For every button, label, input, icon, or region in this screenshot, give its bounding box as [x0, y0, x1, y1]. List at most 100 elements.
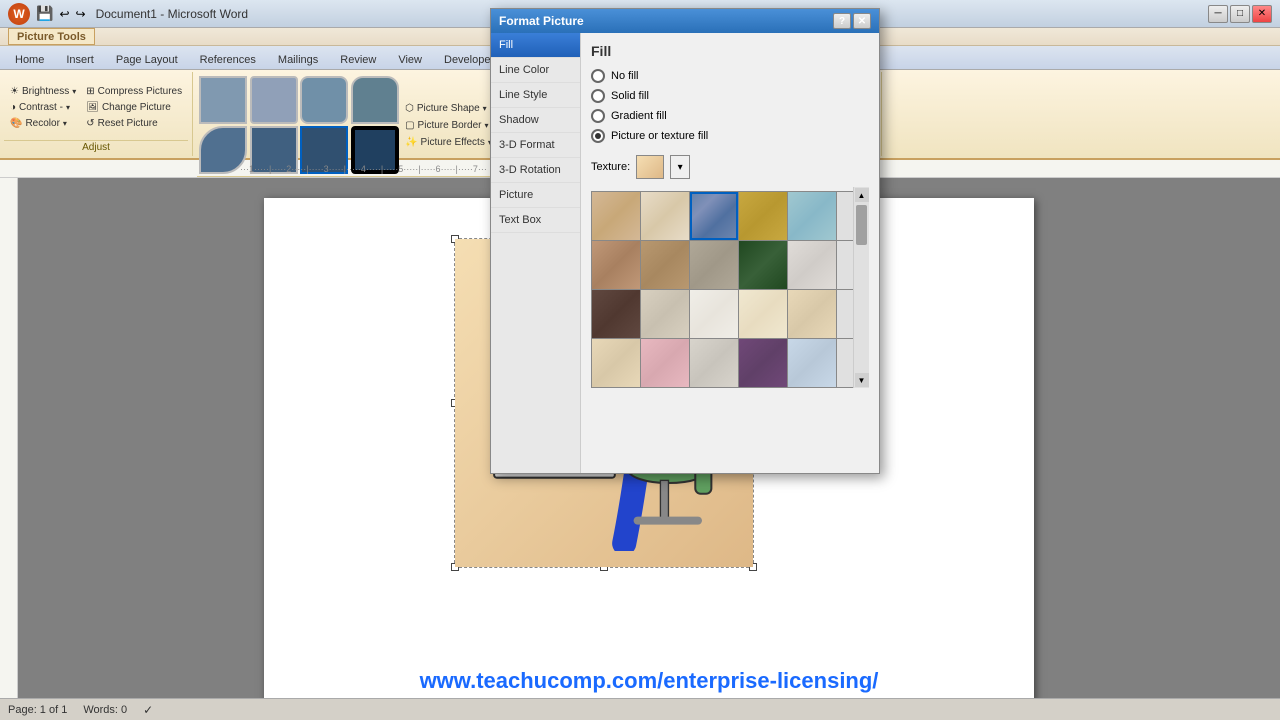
contrast-button[interactable]: ◑ Contrast - ▾ — [6, 100, 80, 115]
radio-gradient-fill[interactable]: Gradient fill — [591, 109, 869, 123]
radio-picture-texture-circle — [591, 129, 605, 143]
texture-empty-3 — [837, 290, 853, 338]
radio-no-fill[interactable]: No fill — [591, 69, 869, 83]
contrast-label: Contrast - — [19, 102, 63, 113]
scroll-thumb[interactable] — [856, 205, 867, 245]
picture-effects-button[interactable]: ✨ Picture Effects ▾ — [401, 135, 496, 150]
brightness-button[interactable]: ☀ Brightness ▾ — [6, 84, 80, 99]
texture-scroll-content — [591, 187, 853, 388]
texture-paper[interactable] — [641, 192, 689, 240]
dialog-title-bar: Format Picture ? ✕ — [491, 9, 879, 33]
texture-dark-stone[interactable] — [592, 290, 640, 338]
texture-stone[interactable] — [592, 241, 640, 289]
radio-solid-fill[interactable]: Solid fill — [591, 89, 869, 103]
minimize-button[interactable]: ─ — [1208, 5, 1228, 23]
radio-no-fill-label: No fill — [611, 70, 639, 82]
tab-mailings[interactable]: Mailings — [267, 50, 329, 69]
recolor-label: Recolor — [25, 118, 59, 129]
sidebar-fill[interactable]: Fill — [491, 33, 580, 58]
texture-white-paper[interactable] — [690, 290, 738, 338]
group-adjust-label: Adjust — [4, 140, 188, 154]
adjust-col2: ⊞ Compress Pictures 🖼 Change Picture ↺ R… — [82, 84, 186, 131]
tab-review[interactable]: Review — [329, 50, 387, 69]
radio-picture-texture[interactable]: Picture or texture fill — [591, 129, 869, 143]
texture-label: Texture: — [591, 161, 630, 173]
picture-effects-label: Picture Effects — [421, 137, 485, 148]
texture-newsprint[interactable] — [690, 339, 738, 387]
texture-fish-fossil[interactable] — [641, 241, 689, 289]
adjust-col1: ☀ Brightness ▾ ◑ Contrast - ▾ 🎨 Recolor … — [6, 84, 80, 131]
close-button[interactable]: ✕ — [1252, 5, 1272, 23]
texture-dropdown-button[interactable]: ▾ — [670, 155, 690, 179]
dialog-body: Fill Line Color Line Style Shadow 3-D Fo… — [491, 33, 879, 473]
texture-white-marble[interactable] — [788, 241, 836, 289]
style-swatch-3[interactable] — [300, 76, 348, 124]
sidebar-3d-rotation[interactable]: 3-D Rotation — [491, 158, 580, 183]
quick-access-redo[interactable]: ↪ — [76, 7, 86, 21]
tab-view[interactable]: View — [387, 50, 433, 69]
texture-scrollbar[interactable]: ▲ ▼ — [853, 187, 869, 388]
texture-blue-fabric[interactable] — [690, 192, 738, 240]
texture-preview — [636, 155, 664, 179]
radio-solid-fill-label: Solid fill — [611, 90, 649, 102]
ruler-vertical — [0, 178, 18, 698]
group-picture-styles-content: ⬡ Picture Shape ▾ ▢ Picture Border ▾ ✨ P… — [197, 74, 498, 176]
texture-tan[interactable] — [592, 192, 640, 240]
recolor-button[interactable]: 🎨 Recolor ▾ — [6, 116, 80, 131]
sidebar-shadow[interactable]: Shadow — [491, 108, 580, 133]
tab-references[interactable]: References — [189, 50, 267, 69]
sidebar-line-style[interactable]: Line Style — [491, 83, 580, 108]
quick-access-undo[interactable]: ↩ — [59, 7, 69, 21]
reset-picture-button[interactable]: ↺ Reset Picture — [82, 116, 186, 131]
texture-beige[interactable] — [592, 339, 640, 387]
office-logo[interactable]: W — [8, 3, 30, 25]
words-info: Words: 0 — [83, 704, 127, 716]
tab-insert[interactable]: Insert — [55, 50, 105, 69]
style-swatch-1[interactable] — [199, 76, 247, 124]
style-swatch-2[interactable] — [250, 76, 298, 124]
picture-border-label: Picture Border — [418, 120, 482, 131]
texture-grid — [591, 191, 853, 388]
texture-water[interactable] — [788, 192, 836, 240]
texture-empty-4 — [837, 339, 853, 387]
picture-border-button[interactable]: ▢ Picture Border ▾ — [401, 118, 496, 133]
picture-styles-extra: ⬡ Picture Shape ▾ ▢ Picture Border ▾ ✨ P… — [401, 101, 496, 150]
texture-gray[interactable] — [690, 241, 738, 289]
texture-cream[interactable] — [739, 290, 787, 338]
tab-home[interactable]: Home — [4, 50, 55, 69]
texture-light-blue[interactable] — [788, 339, 836, 387]
compress-pictures-button[interactable]: ⊞ Compress Pictures — [82, 84, 186, 99]
texture-scroll-area: ▲ ▼ — [591, 187, 869, 388]
dialog-help-button[interactable]: ? — [833, 13, 851, 29]
texture-green-marble[interactable] — [739, 241, 787, 289]
quick-access-save[interactable]: 💾 — [36, 5, 53, 22]
dialog-close-button[interactable]: ✕ — [853, 13, 871, 29]
sidebar-text-box[interactable]: Text Box — [491, 208, 580, 233]
texture-purple[interactable] — [739, 339, 787, 387]
sidebar-3d-format[interactable]: 3-D Format — [491, 133, 580, 158]
style-swatch-4[interactable] — [351, 76, 399, 124]
tab-page-layout[interactable]: Page Layout — [105, 50, 189, 69]
maximize-button[interactable]: □ — [1230, 5, 1250, 23]
spell-check-icon[interactable]: ✓ — [143, 703, 153, 717]
picture-effects-icon: ✨ — [405, 137, 417, 148]
scroll-down-button[interactable]: ▼ — [855, 373, 869, 387]
dialog-fill-content: Fill No fill Solid fill Gradient fill — [581, 33, 879, 473]
change-picture-button[interactable]: 🖼 Change Picture — [82, 100, 186, 115]
contrast-icon: ◑ — [10, 102, 16, 113]
texture-pink[interactable] — [641, 339, 689, 387]
format-picture-dialog[interactable]: Format Picture ? ✕ Fill Line Color Line … — [490, 8, 880, 474]
picture-shape-button[interactable]: ⬡ Picture Shape ▾ — [401, 101, 496, 116]
radio-gradient-fill-circle — [591, 109, 605, 123]
brightness-label: Brightness — [22, 86, 69, 97]
texture-burlap[interactable] — [739, 192, 787, 240]
scroll-up-button[interactable]: ▲ — [855, 188, 869, 202]
radio-solid-fill-circle — [591, 89, 605, 103]
sidebar-picture[interactable]: Picture — [491, 183, 580, 208]
radio-picture-texture-label: Picture or texture fill — [611, 130, 708, 142]
texture-salt[interactable] — [641, 290, 689, 338]
sidebar-line-color[interactable]: Line Color — [491, 58, 580, 83]
radio-gradient-fill-label: Gradient fill — [611, 110, 667, 122]
recolor-arrow: ▾ — [63, 119, 67, 128]
texture-light-tan[interactable] — [788, 290, 836, 338]
